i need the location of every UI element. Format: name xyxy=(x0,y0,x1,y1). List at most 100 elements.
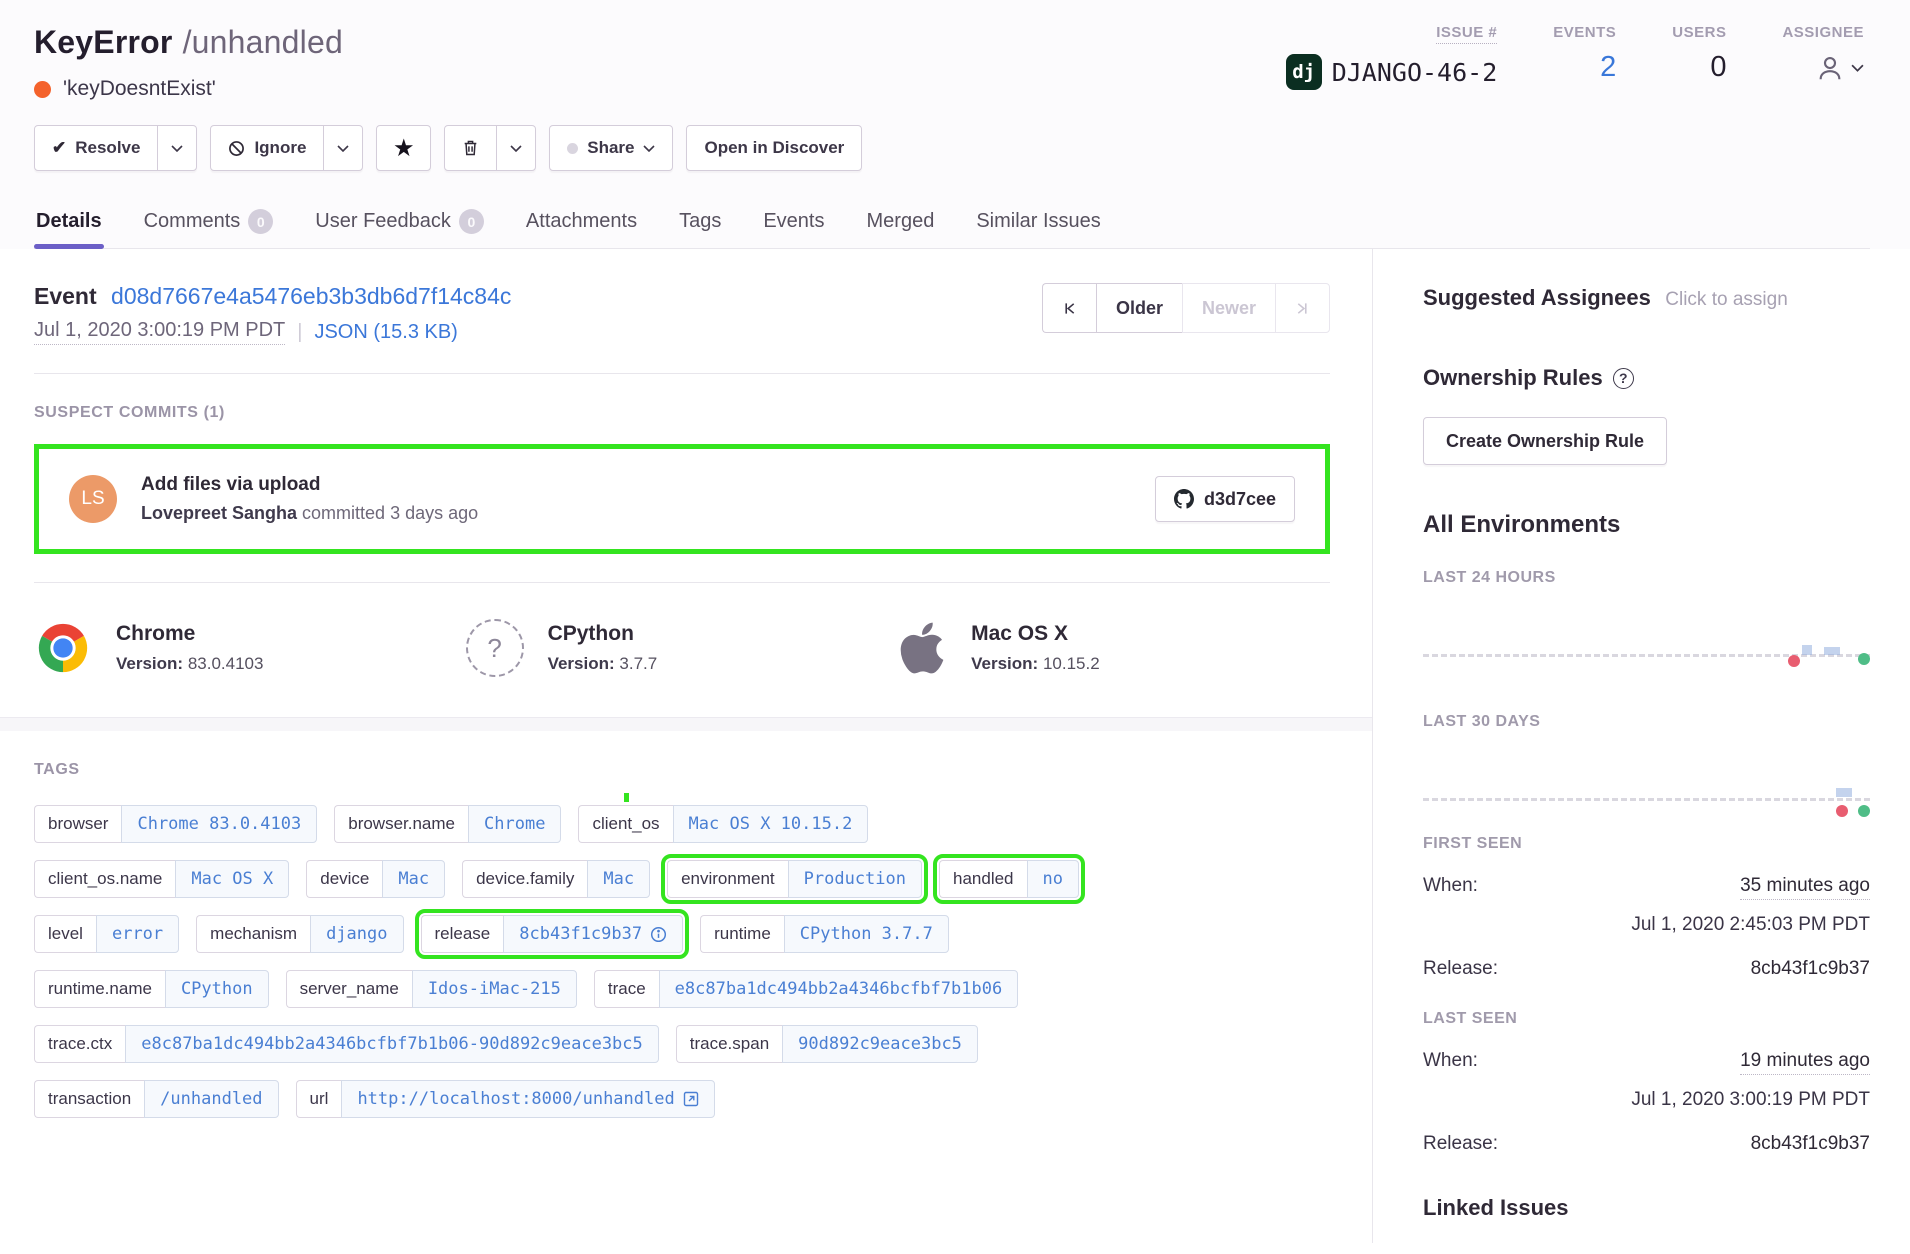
create-ownership-rule-button[interactable]: Create Ownership Rule xyxy=(1423,417,1667,465)
stat-users: USERS 0 xyxy=(1672,24,1726,84)
tag-value[interactable]: no xyxy=(1027,860,1079,898)
last-seen-marker xyxy=(1858,805,1870,817)
tag-value[interactable]: django xyxy=(310,915,403,953)
tag-key: url xyxy=(296,1080,342,1118)
tag-server-name: server_nameIdos-iMac-215 xyxy=(286,970,577,1008)
tag-value[interactable]: /unhandled xyxy=(144,1080,278,1118)
last-seen-release-link[interactable]: 8cb43f1c9b37 xyxy=(1751,1133,1870,1155)
chevron-down-icon xyxy=(643,145,655,152)
error-message: 'keyDoesntExist' xyxy=(63,77,216,101)
chevron-down-icon xyxy=(510,145,522,152)
tag-value[interactable]: error xyxy=(96,915,179,953)
linked-issues-title: Linked Issues xyxy=(1423,1195,1870,1221)
user-feedback-count-badge: 0 xyxy=(459,209,484,234)
tag-key: browser xyxy=(34,805,121,843)
oldest-event-button[interactable] xyxy=(1042,283,1096,333)
first-seen-label: FIRST SEEN xyxy=(1423,835,1870,853)
assignee-label: ASSIGNEE xyxy=(1782,24,1864,41)
page-title: KeyError/unhandled xyxy=(34,24,343,61)
tag-key: runtime.name xyxy=(34,970,165,1008)
error-path: /unhandled xyxy=(183,24,343,60)
resolve-button[interactable]: ✔ Resolve xyxy=(35,126,158,170)
tab-attachments[interactable]: Attachments xyxy=(524,199,639,248)
info-circle-icon xyxy=(650,926,667,943)
apple-icon xyxy=(897,619,947,677)
share-button[interactable]: Share xyxy=(549,125,673,171)
tag-key: trace.span xyxy=(676,1025,782,1063)
tab-user-feedback[interactable]: User Feedback0 xyxy=(313,199,486,248)
chevron-down-icon xyxy=(337,145,349,152)
tag-key: handled xyxy=(939,860,1027,898)
person-icon xyxy=(1815,53,1845,83)
annotation-tick xyxy=(624,793,629,802)
resolve-dropdown-button[interactable] xyxy=(158,126,196,170)
context-name: Mac OS X xyxy=(971,622,1100,646)
tab-details[interactable]: Details xyxy=(34,199,104,248)
tag-value[interactable]: e8c87ba1dc494bb2a4346bcfbf7b1b06 xyxy=(659,970,1019,1008)
tag-value[interactable]: Idos-iMac-215 xyxy=(412,970,577,1008)
chevron-down-icon xyxy=(171,145,183,152)
issue-header: KeyError/unhandled 'keyDoesntExist' ISSU… xyxy=(0,0,1910,249)
ignore-dropdown-button[interactable] xyxy=(324,126,362,170)
skip-to-first-icon xyxy=(1062,301,1077,316)
delete-button[interactable] xyxy=(445,126,497,170)
open-in-discover-button[interactable]: Open in Discover xyxy=(686,125,862,171)
issue-short-id[interactable]: DJANGO-46-2 xyxy=(1332,58,1498,87)
tag-value[interactable]: 90d892c9eace3bc5 xyxy=(782,1025,978,1063)
tab-comments[interactable]: Comments0 xyxy=(142,199,276,248)
tag-client-os-name: client_os.nameMac OS X xyxy=(34,860,289,898)
release-label: Release: xyxy=(1423,1133,1498,1155)
tag-release: release8cb43f1c9b37 xyxy=(421,915,684,953)
tab-tags[interactable]: Tags xyxy=(677,199,723,248)
tag-value[interactable]: 8cb43f1c9b37 xyxy=(503,915,683,953)
tag-key: client_os xyxy=(578,805,672,843)
bookmark-button[interactable]: ★ xyxy=(376,125,431,171)
chevron-down-icon xyxy=(1851,64,1864,72)
tag-browser-name: browser.nameChrome xyxy=(334,805,561,843)
tag-value[interactable]: Production xyxy=(788,860,922,898)
tag-value[interactable]: Mac OS X 10.15.2 xyxy=(673,805,869,843)
tag-environment: environmentProduction xyxy=(667,860,922,898)
tags-title: TAGS xyxy=(34,761,1330,779)
tab-events[interactable]: Events xyxy=(761,199,826,248)
tag-value[interactable]: Chrome 83.0.4103 xyxy=(121,805,317,843)
first-seen-marker xyxy=(1836,805,1848,817)
tab-merged[interactable]: Merged xyxy=(865,199,937,248)
tag-value[interactable]: Mac xyxy=(382,860,445,898)
ignore-button[interactable]: Ignore xyxy=(211,126,324,170)
section-divider xyxy=(0,717,1372,731)
tag-value[interactable]: Mac OS X xyxy=(175,860,289,898)
tag-trace-ctx: trace.ctxe8c87ba1dc494bb2a4346bcfbf7b1b0… xyxy=(34,1025,659,1063)
newer-event-button[interactable]: Newer xyxy=(1182,283,1275,333)
tag-list: browserChrome 83.0.4103 browser.nameChro… xyxy=(34,805,1330,1118)
first-seen-release-link[interactable]: 8cb43f1c9b37 xyxy=(1751,958,1870,980)
tag-browser: browserChrome 83.0.4103 xyxy=(34,805,317,843)
tab-similar-issues[interactable]: Similar Issues xyxy=(974,199,1102,248)
tag-value[interactable]: Mac xyxy=(587,860,650,898)
tag-value[interactable]: Chrome xyxy=(468,805,561,843)
json-download-link[interactable]: JSON (15.3 KB) xyxy=(314,321,457,344)
users-count[interactable]: 0 xyxy=(1710,51,1726,84)
tag-value[interactable]: e8c87ba1dc494bb2a4346bcfbf7b1b06-90d892c… xyxy=(125,1025,659,1063)
commit-sha-button[interactable]: d3d7cee xyxy=(1155,476,1295,522)
newest-event-button[interactable] xyxy=(1275,283,1330,333)
section-divider xyxy=(34,373,1330,374)
tag-value[interactable]: http://localhost:8000/unhandled xyxy=(341,1080,714,1118)
older-event-button[interactable]: Older xyxy=(1096,283,1182,333)
delete-dropdown-button[interactable] xyxy=(497,126,535,170)
context-name: CPython xyxy=(548,622,658,646)
comments-count-badge: 0 xyxy=(248,209,273,234)
assignee-dropdown[interactable] xyxy=(1815,53,1864,83)
checkmark-icon: ✔ xyxy=(52,138,66,158)
events-count[interactable]: 2 xyxy=(1600,51,1616,84)
context-name: Chrome xyxy=(116,622,263,646)
stat-assignee: ASSIGNEE xyxy=(1782,24,1864,83)
help-circle-icon[interactable]: ? xyxy=(1613,368,1634,389)
tag-value[interactable]: CPython 3.7.7 xyxy=(784,915,949,953)
tag-value[interactable]: CPython xyxy=(165,970,269,1008)
event-id-link[interactable]: d08d7667e4a5476eb3b3db6d7f14c84c xyxy=(111,283,511,309)
tag-key: server_name xyxy=(286,970,412,1008)
annotation-highlight-box: LS Add files via upload Lovepreet Sangha… xyxy=(34,444,1330,554)
event-navigation: Older Newer xyxy=(1042,283,1330,333)
event-bar xyxy=(1802,645,1812,655)
